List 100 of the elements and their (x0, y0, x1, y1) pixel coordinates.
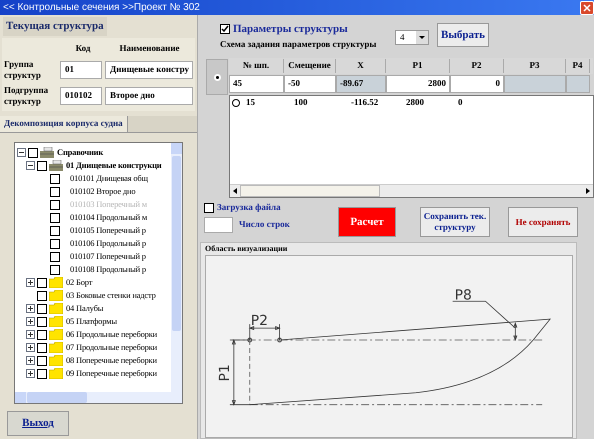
expand-toggle[interactable] (26, 304, 35, 313)
field-label: Схема задания параметров структуры (220, 38, 378, 51)
action-button[interactable]: Не сохранять (508, 207, 578, 237)
checkbox[interactable] (37, 342, 47, 352)
code-field[interactable]: 01 (60, 61, 102, 79)
expand-toggle[interactable] (26, 369, 35, 378)
column-header: Код (74, 42, 92, 55)
plus-icon (27, 370, 34, 377)
expand-toggle[interactable] (26, 317, 35, 326)
tree-item[interactable]: 06 Продольные переборки (66, 328, 158, 341)
close-button[interactable] (580, 0, 594, 14)
column-header: № шп. (229, 59, 284, 73)
scroll-left-icon (233, 188, 237, 194)
cell-input[interactable]: 2800 (386, 75, 450, 93)
folder-icon (49, 303, 63, 314)
tree-item[interactable]: 010101 Днищевая общ (70, 172, 148, 185)
plus-icon (27, 331, 34, 338)
tab[interactable]: Декомпозиция корпуса судна (0, 116, 128, 132)
exit-button[interactable]: Выход (7, 411, 69, 436)
tree-item[interactable]: 02 Борт (66, 276, 92, 289)
radio-button[interactable] (214, 74, 220, 80)
horizontal-scrollbar[interactable] (15, 392, 182, 403)
select-button[interactable]: Выбрать (437, 23, 489, 47)
checkbox[interactable] (37, 356, 47, 366)
checkbox-label: Загрузка файла (217, 201, 281, 214)
checkbox[interactable] (37, 304, 47, 314)
scheme-dropdown[interactable]: 4 (395, 30, 429, 45)
column-header: P4 (566, 59, 590, 73)
column-header: P2 (450, 59, 504, 73)
vertical-scrollbar[interactable] (171, 143, 182, 392)
checkbox[interactable] (50, 252, 60, 262)
tree-item[interactable]: 010107 Поперечный р (70, 250, 146, 263)
expand-toggle[interactable] (26, 356, 35, 365)
tree-item[interactable]: 04 Палубы (66, 302, 104, 315)
field-label: Подгруппа структур (3, 85, 50, 107)
table-cell-text: -116.52 (350, 96, 380, 109)
checkbox[interactable] (37, 278, 47, 288)
tree-item[interactable]: 010105 Поперечный р (70, 224, 146, 237)
tree-item[interactable]: 09 Поперечные переборки (66, 367, 157, 380)
table-cell-text: 15 (245, 96, 256, 109)
code-field[interactable]: 010102 (60, 87, 102, 105)
tree-item[interactable]: 07 Продольные переборки (66, 341, 158, 354)
checkbox[interactable] (50, 238, 60, 248)
plus-icon (27, 279, 34, 286)
cell-input[interactable]: 0 (450, 75, 504, 93)
dimension-label: P2 (250, 313, 268, 330)
dimension-label: P8 (454, 287, 472, 304)
scroll-right-icon (586, 188, 590, 194)
expand-toggle[interactable] (26, 278, 35, 287)
collapse-toggle[interactable] (17, 148, 26, 157)
checkbox[interactable] (37, 316, 47, 326)
tree-item[interactable]: 05 Платформы (66, 315, 117, 328)
tree-item[interactable]: 010104 Продольный м (70, 211, 148, 224)
plus-icon (27, 318, 34, 325)
tree-item[interactable]: 01 Днищевые конструкци (66, 159, 162, 172)
name-field[interactable]: Второе дно (105, 87, 193, 105)
table-cell (504, 75, 566, 93)
checkbox[interactable] (37, 330, 47, 340)
expand-toggle[interactable] (26, 330, 35, 339)
table-cell-text: 2800 (405, 96, 425, 109)
dimension-label: P1 (216, 364, 233, 382)
horizontal-scrollbar[interactable] (230, 184, 593, 197)
checkbox[interactable] (37, 290, 47, 300)
action-button[interactable]: Сохранить тек. структуру (420, 207, 490, 237)
field-label: Число строк (239, 218, 290, 231)
folder-icon (49, 316, 63, 327)
checkbox[interactable] (50, 212, 60, 222)
action-button[interactable]: Расчет (338, 207, 396, 237)
tree-item[interactable]: Справочник (57, 146, 104, 159)
plus-icon (27, 305, 34, 312)
checkbox[interactable] (37, 160, 47, 170)
expand-toggle[interactable] (26, 343, 35, 352)
checkbox[interactable] (220, 24, 230, 34)
folder-icon (49, 368, 63, 379)
cell-input[interactable]: -50 (284, 75, 336, 93)
section-title: Параметры структуры (233, 22, 348, 37)
checkbox[interactable] (50, 264, 60, 274)
table-cell-text: 100 (293, 96, 308, 109)
tree-item[interactable]: 03 Боковые стенки надстр (66, 289, 156, 302)
checkbox[interactable] (50, 186, 60, 196)
checkbox[interactable] (50, 174, 60, 184)
checkbox[interactable] (50, 226, 60, 236)
tree-item[interactable]: 010102 Второе дно (70, 185, 136, 198)
checkbox[interactable] (204, 202, 214, 213)
panel-title: Область визуализации (205, 243, 288, 255)
folder-icon (49, 277, 63, 288)
tree-item[interactable]: 010106 Продольный р (70, 237, 146, 250)
checkbox[interactable] (37, 368, 47, 378)
folder-icon (49, 355, 63, 366)
cell-input[interactable]: 45 (229, 75, 284, 93)
row-count-field[interactable] (204, 216, 233, 232)
section-title: Текущая структура (3, 17, 107, 36)
checkbox[interactable] (28, 148, 38, 158)
tree-item[interactable]: 08 Поперечные переборки (66, 354, 157, 367)
plus-icon (27, 344, 34, 351)
column-header: Наименование (118, 42, 180, 54)
collapse-toggle[interactable] (26, 161, 35, 170)
name-field[interactable]: Днищевые констру (105, 61, 193, 79)
tree-item[interactable]: 010108 Продольный р (70, 263, 146, 276)
radio-button[interactable] (232, 98, 240, 106)
